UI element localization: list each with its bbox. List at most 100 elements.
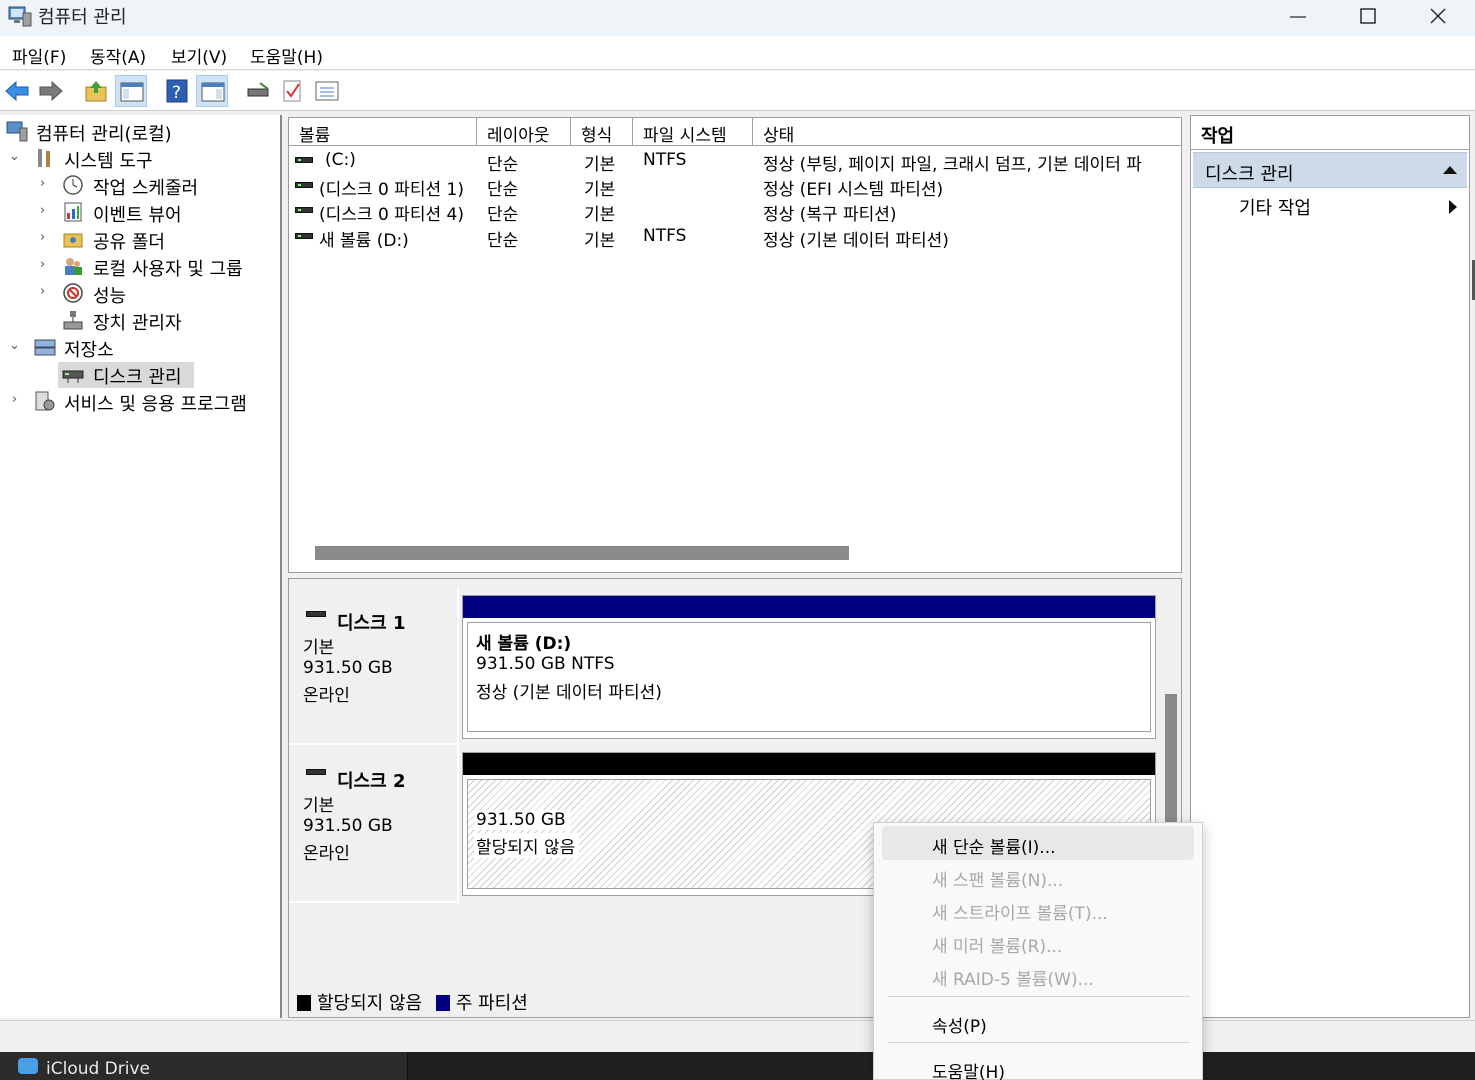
- cell-layout: 단순: [487, 180, 519, 200]
- partition-bar-primary: [463, 596, 1155, 618]
- clock-icon: [63, 175, 83, 195]
- cell-layout: 단순: [487, 205, 519, 225]
- device-manager-icon: [63, 311, 83, 330]
- table-row[interactable]: (디스크 0 파티션 1) 단순 기본 정상 (EFI 시스템 파티션): [289, 174, 1181, 200]
- volume-icon: [295, 233, 313, 239]
- chevron-right-icon[interactable]: ›: [40, 176, 45, 191]
- tools-icon: [38, 149, 50, 167]
- partition-body[interactable]: 새 볼륨 (D:) 931.50 GB NTFS 정상 (기본 데이터 파티션): [467, 622, 1151, 732]
- disk-2-type: 기본: [303, 796, 335, 816]
- partition-bar-unallocated: [463, 753, 1155, 775]
- menu-file[interactable]: 파일(F): [12, 43, 66, 68]
- forward-button[interactable]: [34, 75, 66, 107]
- tree-services-label: 서비스 및 응용 프로그램: [64, 394, 247, 415]
- collapse-up-icon[interactable]: [1443, 166, 1457, 174]
- chevron-right-icon[interactable]: ›: [40, 203, 45, 218]
- toolbar: ?: [0, 71, 1475, 111]
- connect-disk-button[interactable]: [242, 75, 274, 107]
- chevron-right-icon[interactable]: ›: [12, 392, 17, 407]
- column-header-type[interactable]: 형식: [571, 118, 633, 146]
- performance-icon: [63, 283, 83, 303]
- menu-action[interactable]: 동작(A): [90, 43, 146, 68]
- column-header-status[interactable]: 상태: [753, 118, 1181, 146]
- disk-connect-icon: [247, 82, 269, 97]
- menu-view[interactable]: 보기(V): [171, 43, 227, 68]
- disk-1-partition[interactable]: 새 볼륨 (D:) 931.50 GB NTFS 정상 (기본 데이터 파티션): [462, 595, 1156, 739]
- title-bar: 컴퓨터 관리: [0, 0, 1475, 36]
- help-button[interactable]: ?: [161, 75, 193, 107]
- chevron-right-icon[interactable]: ›: [40, 230, 45, 245]
- disk-2-label[interactable]: 디스크 2 기본 931.50 GB 온라인: [289, 745, 459, 903]
- legend-unallocated: 할당되지 않음: [317, 993, 423, 1014]
- volume-icon: [295, 157, 313, 163]
- menu-new-spanned-volume: 새 스팬 볼륨(N)...: [932, 871, 1064, 891]
- vertical-scrollbar-thumb[interactable]: [1165, 694, 1177, 828]
- tree-disk-management[interactable]: 디스크 관리: [0, 362, 282, 388]
- action-section-disk-management[interactable]: 디스크 관리: [1193, 152, 1467, 188]
- taskbar-item-icloud[interactable]: iCloud Drive: [0, 1052, 408, 1080]
- list-view-icon: [315, 81, 339, 101]
- disk-1-label[interactable]: 디스크 1 기본 931.50 GB 온라인: [289, 587, 459, 745]
- menu-help-item[interactable]: 도움말(H): [882, 1051, 1194, 1080]
- disk-icon: [306, 611, 326, 617]
- arrow-right-icon: [39, 80, 63, 102]
- disk-icon: [306, 769, 326, 775]
- column-header-layout[interactable]: 레이아웃: [477, 118, 571, 146]
- tree-event-viewer-label: 이벤트 뷰어: [93, 205, 182, 226]
- checklist-button[interactable]: [277, 75, 309, 107]
- tree-task-scheduler-label: 작업 스케줄러: [93, 178, 199, 199]
- menu-help[interactable]: 도움말(H): [250, 43, 323, 68]
- list-view-button[interactable]: [311, 75, 343, 107]
- chevron-down-icon[interactable]: ⌄: [9, 149, 20, 164]
- shared-folder-icon: [63, 233, 83, 248]
- maximize-button[interactable]: [1332, 0, 1402, 36]
- back-button[interactable]: [0, 75, 32, 107]
- action-more-label: 기타 작업: [1239, 198, 1311, 219]
- legend-swatch-unallocated: [297, 995, 311, 1011]
- cell-type: 기본: [584, 155, 616, 175]
- arrow-left-icon: [5, 80, 29, 102]
- legend: 할당되지 않음 주 파티션: [297, 989, 528, 1015]
- unallocated-label: 할당되지 않음: [474, 833, 580, 858]
- help-icon: ?: [166, 79, 188, 103]
- menu-separator: [888, 1042, 1190, 1043]
- volume-list: 볼륨 레이아웃 형식 파일 시스템 상태 (C:) 단순 기본 NTFS 정상 …: [288, 117, 1182, 573]
- volume-icon: [295, 207, 313, 213]
- table-row[interactable]: (C:) 단순 기본 NTFS 정상 (부팅, 페이지 파일, 크래시 덤프, …: [289, 149, 1181, 175]
- event-viewer-icon: [64, 202, 82, 222]
- table-row[interactable]: (디스크 0 파티션 4) 단순 기본 정상 (복구 파티션): [289, 199, 1181, 225]
- column-header-volume[interactable]: 볼륨: [289, 118, 477, 146]
- menu-new-striped-volume: 새 스트라이프 볼륨(T)...: [932, 904, 1108, 924]
- svg-text:?: ?: [172, 83, 181, 103]
- show-hide-console-tree-button[interactable]: [115, 75, 147, 107]
- chevron-right-icon[interactable]: ›: [40, 284, 45, 299]
- tree-system-tools-label: 시스템 도구: [64, 151, 153, 172]
- menu-new-raid5-volume: 새 RAID-5 볼륨(W)...: [932, 970, 1094, 990]
- cell-volume: 새 볼륨 (D:): [319, 231, 409, 251]
- disk-2-size: 931.50 GB: [303, 816, 393, 836]
- table-row[interactable]: 새 볼륨 (D:) 단순 기본 NTFS 정상 (기본 데이터 파티션): [289, 225, 1181, 251]
- column-header-filesystem[interactable]: 파일 시스템: [633, 118, 753, 146]
- tree-device-manager-label: 장치 관리자: [93, 313, 182, 334]
- cell-layout: 단순: [487, 231, 519, 251]
- console-tree: 컴퓨터 관리(로컬) ⌄ 시스템 도구 › 작업 스케줄러 › 이벤트 뷰어 ›…: [0, 115, 282, 1018]
- menu-new-mirror-volume: 새 미러 볼륨(R)...: [932, 937, 1063, 957]
- show-hide-action-pane-button[interactable]: [196, 75, 228, 107]
- chevron-right-icon[interactable]: ›: [40, 257, 45, 272]
- action-more-actions[interactable]: 기타 작업: [1239, 194, 1311, 220]
- partition-size-fs: 931.50 GB NTFS: [474, 654, 619, 674]
- minimize-icon: [1290, 16, 1306, 18]
- menu-properties[interactable]: 속성(P): [882, 1005, 1194, 1039]
- horizontal-scrollbar-thumb[interactable]: [315, 546, 849, 560]
- close-button[interactable]: [1402, 0, 1472, 36]
- storage-icon: [34, 339, 56, 356]
- up-folder-button[interactable]: [80, 75, 112, 107]
- menu-new-simple-volume[interactable]: 새 단순 볼륨(I)...: [882, 826, 1194, 860]
- minimize-button[interactable]: [1262, 0, 1332, 36]
- maximize-icon: [1360, 8, 1376, 24]
- cell-volume: (디스크 0 파티션 1): [319, 180, 464, 200]
- cell-type: 기본: [584, 205, 616, 225]
- cell-type: 기본: [584, 231, 616, 251]
- chevron-down-icon[interactable]: ⌄: [9, 338, 20, 353]
- menu-bar: 파일(F) 동작(A) 보기(V) 도움말(H): [0, 36, 1475, 70]
